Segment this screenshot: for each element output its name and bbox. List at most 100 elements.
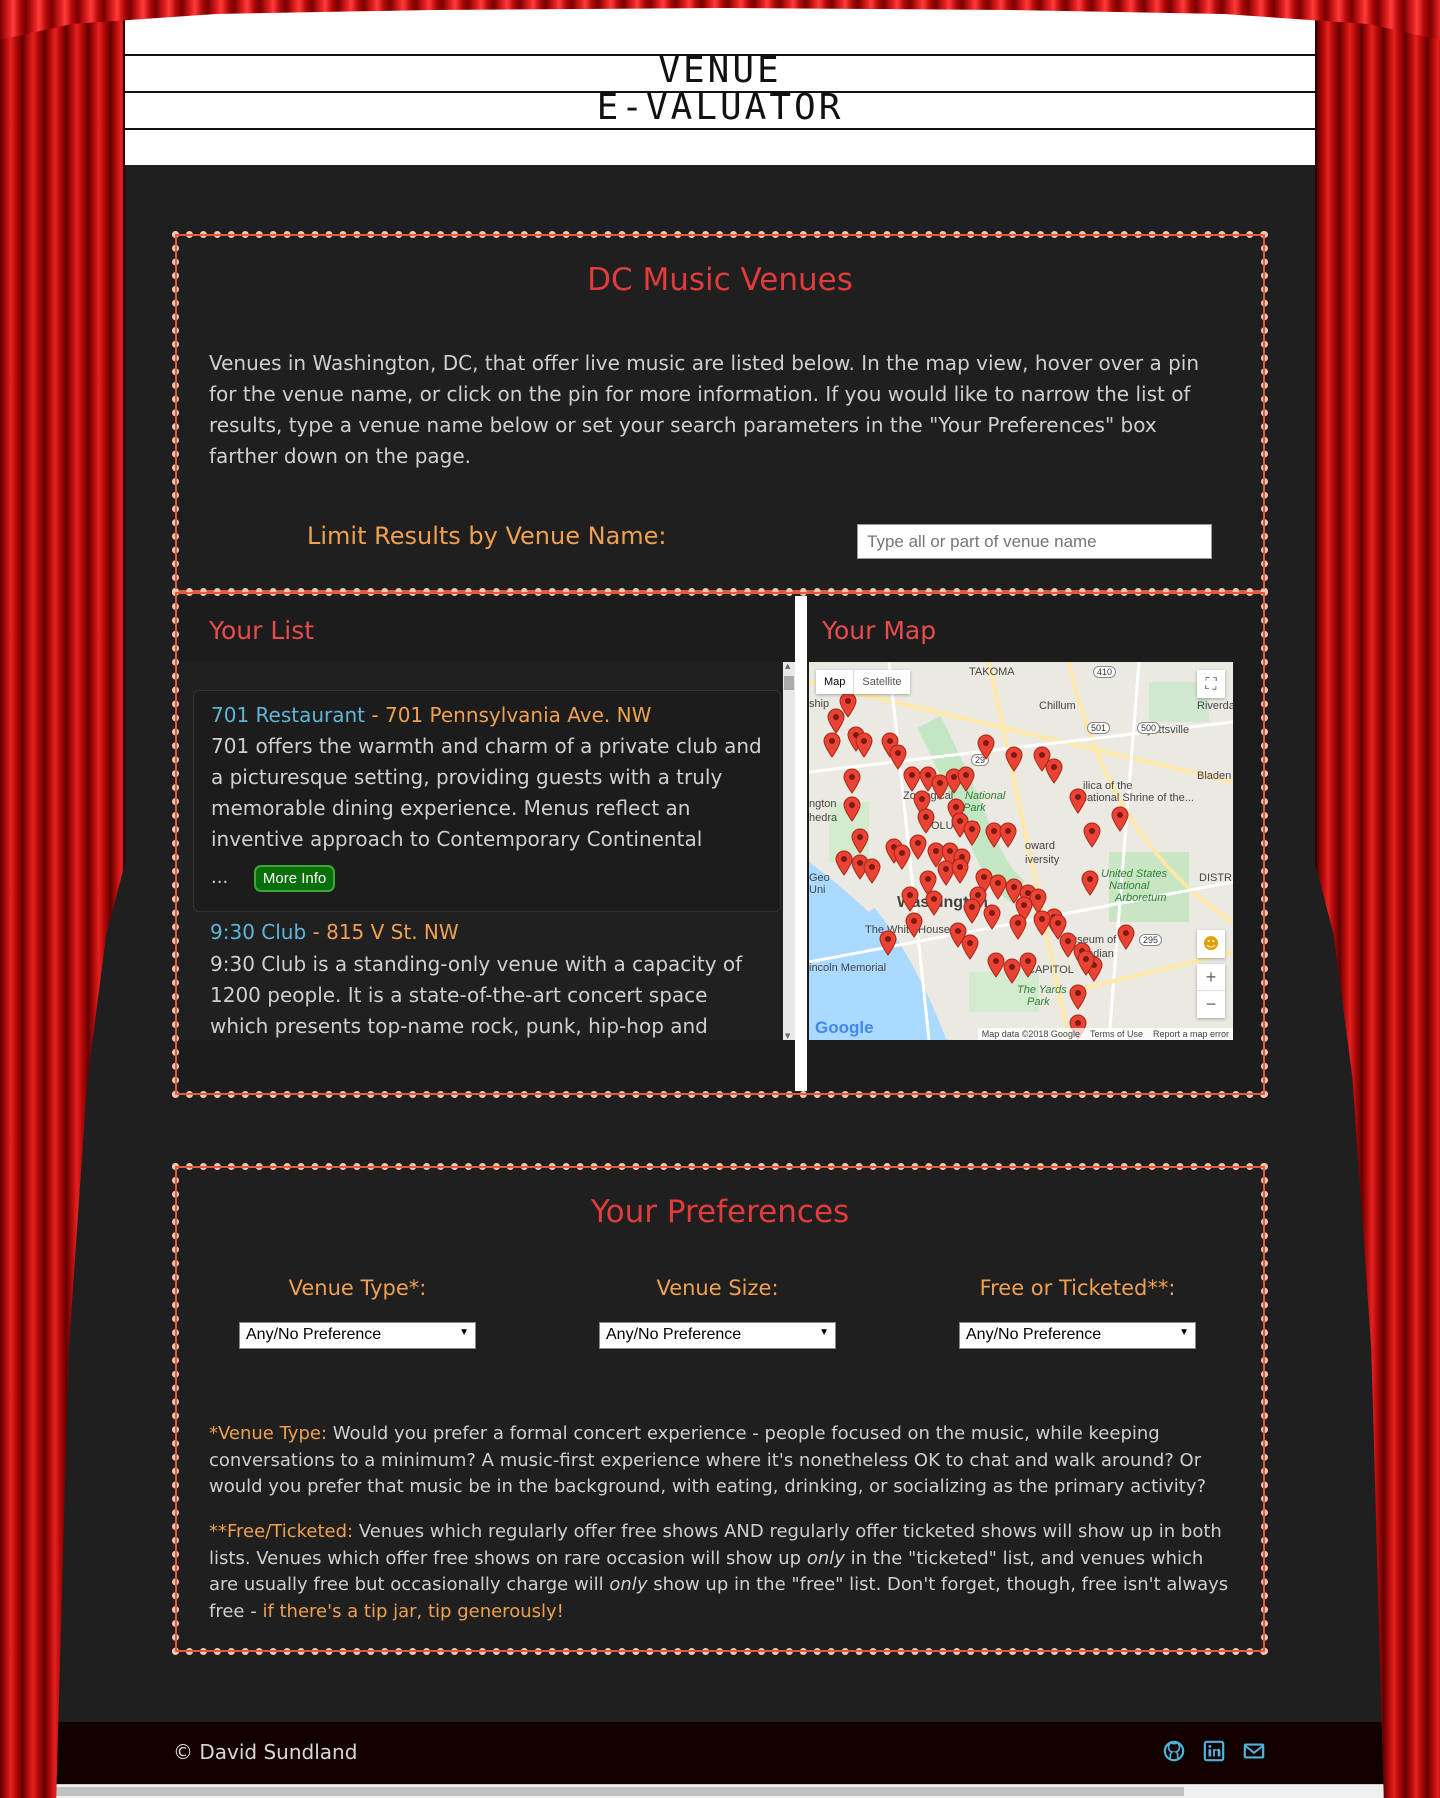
preferences-box: Your Preferences Venue Type*: Any/No Pre… (172, 1163, 1268, 1655)
map-pin-icon[interactable] (1069, 984, 1087, 1010)
free-ticketed-label: Free or Ticketed**: (979, 1276, 1176, 1300)
map-pin-icon[interactable] (1019, 952, 1037, 978)
map-pin-icon[interactable] (879, 930, 897, 956)
zoom-control: + − (1197, 964, 1225, 1018)
fullscreen-icon[interactable]: ⛶ (1197, 670, 1225, 698)
map-panel-title: Your Map (822, 616, 937, 645)
scroll-down-icon[interactable]: ▼ (785, 1032, 790, 1040)
list-panel-title: Your List (209, 616, 315, 645)
map-pin-icon[interactable] (983, 904, 1001, 930)
road-badge: 501 (1087, 722, 1111, 734)
venue-address: 701 Pennsylvania Ave. NW (384, 703, 652, 727)
map-pin-icon[interactable] (1045, 758, 1063, 784)
map-pin-icon[interactable] (1009, 914, 1027, 940)
linkedin-icon[interactable] (1203, 1740, 1225, 1762)
horizontal-scroll-thumb[interactable] (4, 1787, 1184, 1796)
map-pin-icon[interactable] (1069, 788, 1087, 814)
venues-box: DC Music Venues Venues in Washington, DC… (172, 231, 1268, 595)
map-pin-icon[interactable] (1117, 924, 1135, 950)
map-type-map-button[interactable]: Map (816, 670, 853, 694)
map-pin-icon[interactable] (951, 858, 969, 884)
venue-size-select[interactable]: Any/No Preference ▼ (599, 1322, 836, 1349)
free-ticketed-column: Free or Ticketed**: Any/No Preference ▼ (959, 1276, 1196, 1349)
map-pin-icon[interactable] (977, 734, 995, 760)
map-place-label: ilica of the (1083, 780, 1133, 792)
map-place-label: United States (1101, 868, 1168, 880)
map-pin-icon[interactable] (827, 708, 845, 734)
map-pin-icon[interactable] (963, 820, 981, 846)
free-ticketed-select[interactable]: Any/No Preference ▼ (959, 1322, 1196, 1349)
venue-list-scroll[interactable]: 701 Restaurant - 701 Pennsylvania Ave. N… (179, 662, 783, 1040)
scroll-up-icon[interactable]: ▲ (785, 662, 790, 670)
venue-address: 815 V St. NW (326, 920, 459, 944)
preferences-heading: Your Preferences (590, 1194, 850, 1230)
map-pin-icon[interactable] (909, 834, 927, 860)
report-error-link[interactable]: Report a map error (1153, 1029, 1229, 1039)
venue-title-1: 701 Restaurant - 701 Pennsylvania Ave. N… (211, 703, 651, 727)
left-curtain (0, 0, 125, 1798)
site-title: VENUE E-VALUATOR (105, 52, 1335, 126)
map-pin-icon[interactable] (917, 808, 935, 834)
map-panel: Your Map TAKOMA Chillum Hyattsville Rive… (807, 596, 1261, 1091)
map-pin-icon[interactable] (1083, 822, 1101, 848)
map-pin-icon[interactable] (963, 898, 981, 924)
venue-type-select[interactable]: Any/No Preference ▼ (239, 1322, 476, 1349)
venue-title-2: 9:30 Club - 815 V St. NW (210, 920, 459, 944)
map-pin-icon[interactable] (843, 796, 861, 822)
venue-size-label: Venue Size: (656, 1276, 779, 1300)
map-place-label: ngton (809, 798, 837, 810)
map-pin-icon[interactable] (905, 912, 923, 938)
list-scrollbar[interactable]: ▲ ▼ (783, 662, 795, 1040)
free-ticketed-note-key: **Free/Ticketed: (209, 1521, 354, 1542)
venue-type-note-text: Would you prefer a formal concert experi… (209, 1423, 1207, 1497)
scroll-thumb[interactable] (784, 676, 794, 690)
map-pin-icon[interactable] (1111, 806, 1129, 832)
venue-name-link[interactable]: 9:30 Club (210, 920, 306, 944)
venue-type-note: *Venue Type: Would you prefer a formal c… (209, 1421, 1231, 1501)
map-pin-icon[interactable] (925, 890, 943, 916)
free-ticketed-value: Any/No Preference (966, 1326, 1102, 1343)
map-pin-icon[interactable] (1077, 950, 1095, 976)
pegman-icon[interactable]: ☻ (1197, 930, 1225, 958)
venue-more-row: ... More Info (211, 865, 336, 892)
site-header: VENUE E-VALUATOR (105, 0, 1335, 165)
map-pin-icon[interactable] (957, 766, 975, 792)
map-pin-icon[interactable] (1005, 746, 1023, 772)
venue-name-search-input[interactable] (857, 524, 1212, 559)
venue-type-label: Venue Type*: (288, 1276, 427, 1300)
map-pin-icon[interactable] (901, 886, 919, 912)
map-place-label: DISTRICT (1199, 872, 1233, 884)
road-badge: 295 (1139, 934, 1163, 946)
horizontal-scrollbar[interactable] (0, 1784, 1440, 1798)
list-panel: Your List 701 Restaurant - 701 Pennsylva… (179, 596, 795, 1091)
map-pin-icon[interactable] (863, 858, 881, 884)
map-pin-icon[interactable] (823, 732, 841, 758)
note-emphasis: only (609, 1574, 648, 1595)
map-pin-icon[interactable] (961, 934, 979, 960)
map-pin-icon[interactable] (1081, 870, 1099, 896)
map-pin-icon[interactable] (855, 732, 873, 758)
map-place-label: Park (1027, 996, 1050, 1008)
venue-separator: - (306, 920, 327, 944)
venue-type-column: Venue Type*: Any/No Preference ▼ (239, 1276, 476, 1349)
map-pin-icon[interactable] (843, 768, 861, 794)
zoom-in-button[interactable]: + (1197, 964, 1225, 991)
limit-results-label: Limit Results by Venue Name: (307, 522, 667, 550)
map[interactable]: TAKOMA Chillum Hyattsville Riverda Bladen ili… (809, 662, 1233, 1040)
map-pin-icon[interactable] (999, 822, 1017, 848)
github-icon[interactable] (1163, 1740, 1185, 1762)
more-info-button[interactable]: More Info (253, 865, 336, 892)
map-pin-icon[interactable] (851, 828, 869, 854)
map-place-label: iversity (1025, 854, 1060, 866)
terms-link[interactable]: Terms of Use (1090, 1029, 1143, 1039)
chevron-down-icon: ▼ (819, 1327, 829, 1338)
map-place-label: hedra (809, 812, 838, 824)
zoom-out-button[interactable]: − (1197, 991, 1225, 1018)
map-type-satellite-button[interactable]: Satellite (853, 670, 909, 694)
note-emphasis: only (806, 1547, 845, 1569)
road-badge: 410 (1093, 666, 1117, 678)
email-icon[interactable] (1243, 1740, 1265, 1762)
venue-name-link[interactable]: 701 Restaurant (211, 703, 365, 727)
right-curtain (1315, 0, 1440, 1798)
social-links (1163, 1740, 1265, 1762)
